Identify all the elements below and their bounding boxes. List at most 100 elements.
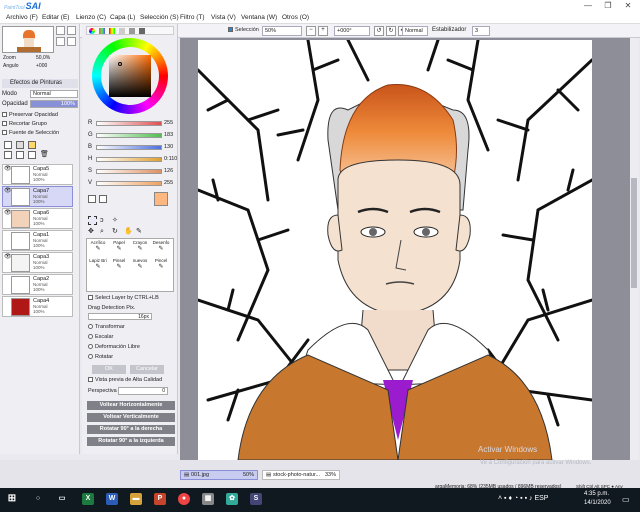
vertical-scrollbar[interactable] [630, 38, 638, 460]
nav-reset-icon[interactable] [67, 37, 76, 46]
clock-date[interactable]: 14/1/2020 [584, 500, 611, 506]
radio-rotate[interactable]: Rotatar [88, 354, 113, 360]
layer-row[interactable]: Capa2 Normal 100% [2, 274, 73, 295]
brush-tool[interactable]: Papel ✎ [109, 240, 129, 257]
color-slider[interactable] [96, 169, 162, 174]
merge-down-icon[interactable] [16, 151, 24, 159]
rotate-right-button[interactable]: Rotatar 90° a la derecha [87, 425, 175, 434]
tray-icons[interactable]: ˄ ▪ ♦ ◔ ▪ ▪ ♪ ESP [498, 495, 548, 502]
menu-otros[interactable]: Otros (O) [282, 14, 309, 21]
lasso-icon[interactable]: ↄ [100, 216, 109, 225]
menu-filtro[interactable]: Filtro (T) [180, 14, 205, 21]
color-slider[interactable] [96, 133, 162, 138]
rect-select-icon[interactable] [88, 216, 97, 225]
copy-layer-icon[interactable] [4, 151, 12, 159]
document-tab-stock[interactable]: ▤ stock-photo-natur... 33% [262, 470, 340, 480]
eyedropper-icon[interactable]: ✎ [136, 227, 145, 236]
layer-row[interactable]: Capa4 Normal 100% [2, 296, 73, 317]
radio-transform[interactable]: Transformar [88, 324, 125, 330]
navigator-preview[interactable] [2, 26, 54, 53]
eye-icon[interactable] [4, 276, 10, 282]
eye-icon[interactable]: 👁 [4, 166, 12, 172]
excel-icon[interactable]: X [82, 493, 94, 505]
powerpoint-icon[interactable]: P [154, 493, 166, 505]
layer-row[interactable]: 👁 Capa5 Normal 100% [2, 164, 73, 185]
mode-select[interactable]: Normal [30, 90, 78, 98]
stabilizer-select[interactable]: 3 [472, 26, 490, 36]
brush-tool[interactable]: Pinsel ✎ [109, 258, 129, 275]
brush-tool[interactable]: nuevos ✎ [130, 258, 150, 275]
hsv-toggle-icon[interactable] [109, 28, 115, 34]
saturation-value-square[interactable] [109, 55, 151, 97]
brush-tool[interactable]: Desenfo ✎ [151, 240, 171, 257]
eye-icon[interactable]: 👁 [4, 210, 12, 216]
rgb-toggle-icon[interactable] [99, 28, 105, 34]
layer-row[interactable]: 👁 Capa3 Normal 100% [2, 252, 73, 273]
eye-icon[interactable] [4, 232, 10, 238]
maximize-button[interactable]: ❐ [598, 0, 618, 12]
nav-zoom-out-icon[interactable] [67, 26, 76, 35]
new-layer-icon[interactable] [4, 141, 12, 149]
cancel-button[interactable]: Cancelar [130, 365, 164, 374]
swatches-toggle-icon[interactable] [129, 28, 135, 34]
scratchpad-toggle-icon[interactable] [139, 28, 145, 34]
color-slider[interactable] [96, 121, 162, 126]
pen-icon[interactable] [99, 195, 107, 203]
current-color-swatch[interactable] [154, 192, 168, 206]
paint-effects-header[interactable]: Efectos de Pinturas [2, 79, 78, 88]
perspective-slider[interactable]: 0 [118, 387, 168, 395]
clear-layer-icon[interactable] [28, 151, 36, 159]
menu-editar[interactable]: Editar (E) [42, 14, 69, 21]
sai-taskbar-icon[interactable]: S [250, 493, 262, 505]
app-icon[interactable]: ▦ [202, 493, 214, 505]
flip-vertical-button[interactable]: Voltear Verticalmente [87, 413, 175, 422]
menu-ventana[interactable]: Ventana (W) [241, 14, 277, 21]
fg-bg-swap-icon[interactable] [88, 195, 96, 203]
new-vector-layer-icon[interactable] [16, 141, 24, 149]
zoom-plus-icon[interactable]: + [318, 26, 328, 36]
selection-source-checkbox[interactable]: Fuente de Selección [2, 130, 59, 136]
menu-capa[interactable]: Capa (L) [110, 14, 135, 21]
mixer-toggle-icon[interactable] [119, 28, 125, 34]
magic-wand-icon[interactable]: ✧ [112, 216, 121, 225]
color-slider[interactable] [96, 181, 162, 186]
color-slider[interactable] [96, 157, 162, 162]
nav-zoom-in-icon[interactable] [56, 26, 65, 35]
brush-tool[interactable]: Lapiz Bri ✎ [88, 258, 108, 275]
file-explorer-icon[interactable]: ▬ [130, 493, 142, 505]
brush-tool[interactable]: Acrílico ✎ [88, 240, 108, 257]
word-icon[interactable]: W [106, 493, 118, 505]
document-tab-001[interactable]: ▤ 001.jpg 50% [180, 470, 258, 480]
color-wheel[interactable] [92, 38, 168, 114]
rotate-right-icon[interactable]: ↻ [386, 26, 396, 36]
preserve-opacity-checkbox[interactable]: Preservar Opacidad [2, 112, 58, 118]
hq-preview-checkbox[interactable]: Vista previa de Alta Calidad [88, 377, 162, 383]
menu-seleccion[interactable]: Selección (S) [140, 14, 179, 21]
clock-time[interactable]: 4:35 p.m. [584, 491, 609, 497]
zoom-select[interactable]: 50% [262, 26, 302, 36]
rotate-icon[interactable]: ↻ [112, 227, 121, 236]
flip-horizontal-button[interactable]: Voltear Horizontalmente [87, 401, 175, 410]
blend-mode-select[interactable]: Normal [402, 26, 428, 36]
rotate-left-icon[interactable]: ↺ [374, 26, 384, 36]
ok-button[interactable]: OK [92, 365, 126, 374]
menu-archivo[interactable]: Archivo (F) [6, 14, 38, 21]
menu-lienzo[interactable]: Lienzo (C) [76, 14, 106, 21]
angle-select[interactable]: +000° [334, 26, 370, 36]
rotate-left-button[interactable]: Rotatar 90° a la izquierda [87, 437, 175, 446]
zoom-icon[interactable]: ⌕ [100, 227, 109, 236]
windows-start-icon[interactable]: ⊞ [6, 493, 18, 505]
eye-icon[interactable]: 👁 [4, 254, 12, 260]
close-button[interactable]: ✕ [618, 0, 638, 12]
move-icon[interactable]: ✥ [88, 227, 97, 236]
layer-row[interactable]: 👁 Capa7 Normal 100% [2, 186, 73, 207]
minimize-button[interactable]: — [578, 0, 598, 12]
radio-scale[interactable]: Escalar [88, 334, 113, 340]
color-wheel-toggle-icon[interactable] [89, 28, 95, 34]
notification-icon[interactable]: ▭ [622, 495, 630, 504]
drag-detection-slider[interactable]: 16px [88, 313, 152, 320]
brush-tool[interactable]: Crayon ✎ [130, 240, 150, 257]
canvas-artwork[interactable] [198, 40, 592, 460]
clip-group-checkbox[interactable]: Recortar Grupo [2, 121, 47, 127]
zoom-minus-icon[interactable]: − [306, 26, 316, 36]
